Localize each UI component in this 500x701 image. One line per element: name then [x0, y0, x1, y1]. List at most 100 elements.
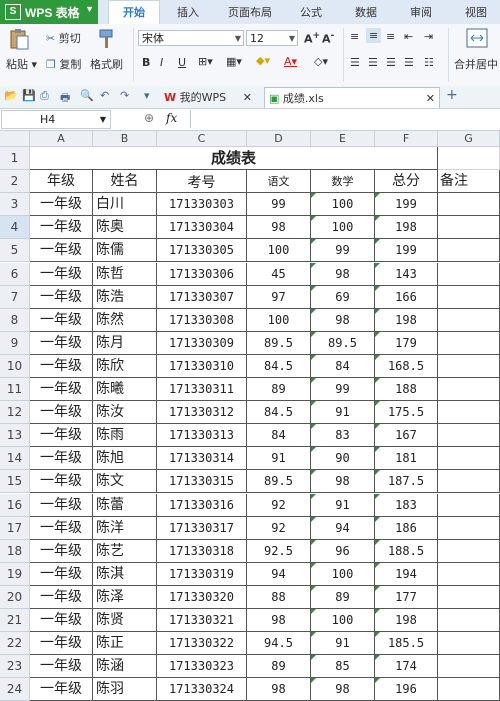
table-cell[interactable]: 186 — [375, 516, 438, 540]
table-cell[interactable]: 84.5 — [247, 354, 311, 378]
row-header[interactable]: 20 — [0, 585, 30, 609]
remark-cell[interactable] — [438, 562, 500, 586]
table-cell[interactable]: 171330315 — [157, 470, 247, 494]
table-cell[interactable]: 一年级 — [30, 331, 93, 355]
table-cell[interactable]: 陈艺 — [93, 539, 157, 563]
app-menu-button[interactable]: S WPS 表格 ▼ — [0, 0, 98, 24]
table-cell[interactable]: 45 — [247, 262, 311, 286]
table-cell[interactable]: 一年级 — [30, 493, 93, 517]
remark-cell[interactable] — [438, 354, 500, 378]
row-header[interactable]: 17 — [0, 516, 30, 540]
table-cell[interactable]: 陈月 — [93, 331, 157, 355]
table-cell[interactable]: 199 — [375, 193, 438, 217]
table-cell[interactable]: 94.5 — [247, 632, 311, 656]
table-cell[interactable]: 陈文 — [93, 470, 157, 494]
header-cell[interactable]: 备注 — [438, 170, 500, 194]
table-cell[interactable]: 89 — [247, 378, 311, 402]
table-cell[interactable]: 98 — [311, 308, 375, 332]
remark-cell[interactable] — [438, 447, 500, 471]
remark-cell[interactable] — [438, 585, 500, 609]
table-cell[interactable]: 198 — [375, 216, 438, 240]
font-size-select[interactable]: 12 ▼ — [246, 30, 298, 46]
remark-cell[interactable] — [438, 401, 500, 425]
row-header[interactable]: 12 — [0, 401, 30, 425]
table-cell[interactable]: 一年级 — [30, 470, 93, 494]
close-icon[interactable]: ✕ — [426, 88, 435, 109]
table-cell[interactable]: 171330314 — [157, 447, 247, 471]
merge-cells-icon[interactable]: ▦▾ — [226, 55, 242, 68]
table-cell[interactable]: 171330317 — [157, 516, 247, 540]
row-header[interactable]: 18 — [0, 539, 30, 563]
table-cell[interactable]: 一年级 — [30, 539, 93, 563]
table-cell[interactable]: 陈欣 — [93, 354, 157, 378]
font-name-select[interactable]: 宋体 ▼ — [138, 30, 244, 46]
table-cell[interactable]: 一年级 — [30, 239, 93, 263]
table-cell[interactable]: 84.5 — [247, 401, 311, 425]
format-painter-button[interactable]: 格式刷 — [90, 56, 123, 72]
table-cell[interactable]: 99 — [311, 239, 375, 263]
row-header[interactable]: 22 — [0, 632, 30, 656]
table-cell[interactable]: 一年级 — [30, 285, 93, 309]
table-cell[interactable]: 陈涵 — [93, 655, 157, 679]
table-cell[interactable]: 171330316 — [157, 493, 247, 517]
row-header[interactable]: 11 — [0, 378, 30, 402]
header-cell[interactable]: 总分 — [375, 170, 438, 194]
align-left-icon[interactable]: ☰ — [350, 56, 360, 69]
column-header[interactable]: B — [93, 131, 157, 147]
table-cell[interactable]: 185.5 — [375, 632, 438, 656]
undo-icon[interactable]: ↶ — [100, 89, 109, 102]
table-cell[interactable]: 199 — [375, 239, 438, 263]
table-cell[interactable]: 一年级 — [30, 216, 93, 240]
align-top-icon[interactable]: ≡ — [350, 30, 359, 43]
tab-review[interactable]: 审阅 — [410, 4, 432, 20]
table-cell[interactable]: 171330307 — [157, 285, 247, 309]
table-cell[interactable]: 94 — [247, 562, 311, 586]
remark-cell[interactable] — [438, 262, 500, 286]
table-cell[interactable]: 198 — [375, 308, 438, 332]
table-cell[interactable]: 88 — [247, 585, 311, 609]
remark-cell[interactable] — [438, 331, 500, 355]
remark-cell[interactable] — [438, 308, 500, 332]
justify-icon[interactable]: ☰ — [404, 56, 414, 69]
format-painter-icon[interactable] — [96, 28, 116, 53]
tab-home[interactable]: 开始 — [108, 0, 160, 25]
name-box[interactable]: H4 ▼ — [1, 110, 111, 129]
table-cell[interactable]: 183 — [375, 493, 438, 517]
row-header[interactable]: 16 — [0, 493, 30, 517]
table-cell[interactable]: 167 — [375, 424, 438, 448]
tab-page-layout[interactable]: 页面布局 — [228, 4, 272, 20]
column-header[interactable]: E — [311, 131, 375, 147]
table-cell[interactable]: 98 — [311, 470, 375, 494]
remark-cell[interactable] — [438, 193, 500, 217]
row-header[interactable]: 3 — [0, 193, 30, 217]
open-folder-icon[interactable]: 📂 — [4, 89, 18, 102]
customize-chevron-icon[interactable]: ▾ — [144, 89, 150, 102]
table-cell[interactable]: 100 — [247, 308, 311, 332]
table-cell[interactable]: 陈哲 — [93, 262, 157, 286]
zoom-search-icon[interactable]: ⊕ — [144, 111, 154, 125]
table-cell[interactable]: 171330321 — [157, 609, 247, 633]
remark-cell[interactable] — [438, 493, 500, 517]
header-cell[interactable]: 数学 — [311, 170, 375, 194]
table-cell[interactable]: 陈贤 — [93, 609, 157, 633]
table-cell[interactable]: 一年级 — [30, 447, 93, 471]
row-header[interactable]: 10 — [0, 354, 30, 378]
table-cell[interactable]: 陈淇 — [93, 562, 157, 586]
table-cell[interactable]: 84 — [311, 354, 375, 378]
table-cell[interactable]: 188 — [375, 378, 438, 402]
table-cell[interactable]: 陈雨 — [93, 424, 157, 448]
tab-data[interactable]: 数据 — [355, 4, 377, 20]
row-header[interactable]: 4 — [0, 216, 30, 240]
table-cell[interactable]: 陈汝 — [93, 401, 157, 425]
redo-icon[interactable]: ↷ — [120, 89, 129, 102]
header-cell[interactable]: 姓名 — [93, 170, 157, 194]
table-cell[interactable]: 陈奥 — [93, 216, 157, 240]
column-header[interactable]: D — [247, 131, 311, 147]
row-header[interactable]: 21 — [0, 609, 30, 633]
distribute-icon[interactable]: ☷ — [424, 56, 434, 69]
underline-button[interactable]: U — [178, 56, 186, 69]
table-cell[interactable]: 84 — [247, 424, 311, 448]
row-header[interactable]: 23 — [0, 655, 30, 679]
table-cell[interactable]: 一年级 — [30, 354, 93, 378]
table-cell[interactable]: 91 — [311, 401, 375, 425]
